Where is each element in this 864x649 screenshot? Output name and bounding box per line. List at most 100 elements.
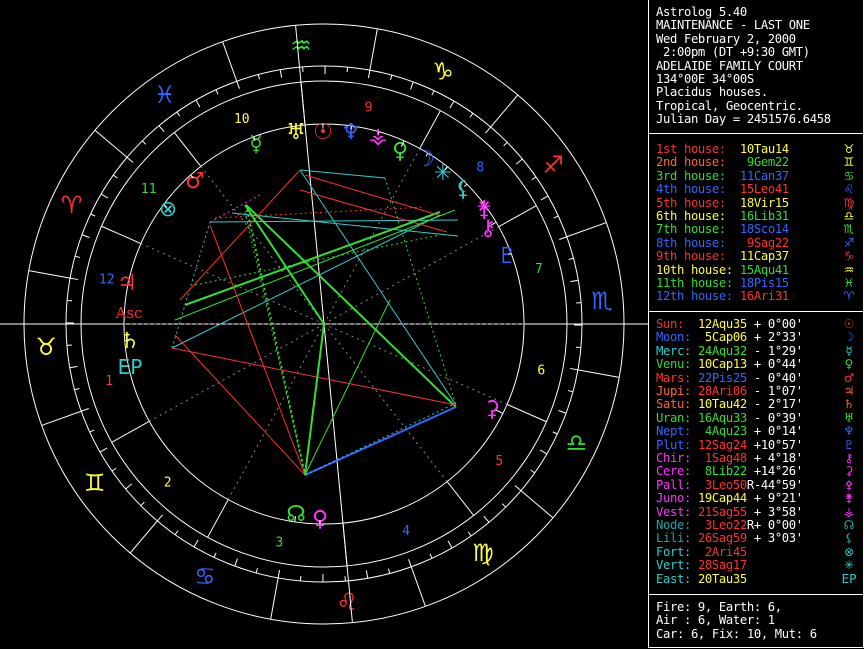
house-name: 1st house: (656, 142, 726, 156)
house-cusp-line (207, 499, 229, 538)
degree-tick (449, 100, 455, 109)
planet-icon: ☿ (845, 343, 853, 358)
planet-row: Juno: 19Cap44 + 9°21' (656, 491, 803, 505)
planet-icon: ⚴ (844, 477, 854, 492)
latitude: - 1°29' (753, 343, 803, 358)
chart-wheel: ♉♈♓♒♑♐♏♎♍♌♋♊123456789101112☿ ♅ ☉ ♆ ⚶♀ ☽✳⚸⚵⚷♇⚳… (0, 23, 648, 625)
sign-divider (410, 566, 426, 607)
degree-tick (515, 158, 523, 165)
planet-name: East: (656, 571, 698, 586)
planet-name: Lili: (656, 531, 698, 546)
planet-row: Vert: 28Sag17 (656, 558, 747, 572)
planet-pointer (377, 131, 380, 134)
latitude: + 4°18' (753, 451, 803, 465)
planet-name: Cere: (656, 464, 698, 479)
house-cusp: 18Vir15 (739, 195, 789, 210)
house-number: 7 (535, 262, 543, 277)
zodiac-sign-icon: ♊ (84, 469, 106, 497)
house-number: 11 (141, 182, 157, 197)
aspect-line (245, 204, 457, 408)
house-name: 10th house: (656, 262, 733, 277)
degree-tick (69, 365, 78, 369)
sign-divider (369, 28, 378, 71)
degree-tick (447, 540, 453, 549)
planet-name: Chir: (656, 451, 698, 465)
house-row: 9th house: 11Cap37 (656, 249, 789, 263)
zodiac-sign-icon: ♒ (290, 32, 312, 60)
planet-position: 16Aqu33 (697, 410, 747, 425)
planet-icon: ♂ (185, 169, 205, 194)
zodiac-sign-icon: ♍ (843, 195, 855, 210)
planet-icon: ♇ (497, 244, 517, 269)
planet-row: Chir: 1Sag48 + 4°18' (656, 451, 803, 465)
house-name: 12th house: (656, 289, 733, 304)
planet-position: 12Aqu35 (697, 317, 747, 331)
element-count: Car: 6, Fix: 10, Mut: 6 (656, 626, 817, 641)
planet-icon: ♅ (843, 410, 855, 425)
degree-tick (234, 558, 238, 567)
planet-icon: ⚷ (480, 216, 496, 241)
element-count: Fire: 9, Earth: 6, (656, 600, 782, 614)
aspect-line (171, 214, 441, 349)
aspect-line (304, 174, 439, 216)
planet-name: Plut: (656, 437, 698, 452)
degree-tick (99, 447, 108, 453)
planet-icon: ♃ (117, 271, 137, 296)
planet-row: Nept: 4Aqu23 + 0°14' (656, 424, 803, 439)
degree-tick (125, 483, 133, 490)
degree-tick (100, 193, 109, 199)
header-text: Wed February 2, 2000 (656, 31, 796, 46)
info-panel: Astrolog 5.40 MAINTENANCE - LAST ONE Wed F… (648, 0, 864, 648)
aspect-line (304, 299, 391, 476)
latitude: + 3°58' (753, 504, 803, 519)
zodiac-sign-icon: ♎ (843, 209, 855, 223)
house-name: 4th house: (656, 182, 726, 197)
house-name: 5th house: (656, 195, 726, 210)
header-text: Tropical, Geocentric. (656, 98, 803, 113)
retrograde-flag (747, 384, 754, 398)
degree-tick (530, 469, 536, 474)
retrograde-flag (747, 411, 754, 425)
degree-tick (483, 515, 490, 523)
degree-tick (90, 213, 96, 217)
degree-tick (140, 501, 145, 507)
zodiac-sign-icon: ♋ (194, 562, 216, 590)
house-cusp: 9Gem22 (739, 155, 789, 170)
planet-row: Vest: 21Sag55 + 3°58' (656, 504, 803, 519)
planet-row: Moon: 5Cap06 + 2°33' (656, 331, 803, 344)
degree-tick (89, 429, 95, 433)
header-text: Julian Day = 2451576.6458 (656, 112, 831, 127)
zodiac-sign-icon: ♉ (843, 142, 855, 156)
zodiac-sign-icon: ♍ (472, 539, 494, 567)
house-row: 11th house: 18Pis15 (656, 276, 789, 290)
house-name: 3rd house: (656, 168, 726, 183)
planet-icon: ✳ (434, 161, 452, 186)
planet-icon: ☿ (249, 132, 263, 157)
planet-icon: ⚷ (844, 451, 854, 465)
planet-name: Sun: (656, 317, 698, 331)
header-text: ADELAIDE FAMILY COURT (656, 58, 803, 73)
planet-name: Node: (656, 518, 698, 532)
element-count: Air : 6, Water: 1 (656, 613, 775, 628)
planet-icon: ⚳ (844, 464, 854, 479)
sign-divider (577, 369, 620, 378)
degree-tick (195, 99, 201, 108)
degree-tick (501, 503, 507, 508)
latitude: + 3°03' (753, 531, 803, 546)
zodiac-sign-icon: ♓ (843, 276, 855, 290)
planet-position: 4Aqu23 (697, 424, 747, 439)
planet-row: Uran: 16Aqu33 - 0°39' (656, 410, 803, 425)
latitude: - 2°17' (753, 397, 803, 412)
zodiac-sign-icon: ♏ (591, 287, 613, 315)
house-number: 1 (105, 374, 113, 389)
planet-icon: ☊ (843, 518, 855, 532)
planet-row: Satu: 10Tau42 - 2°17' (656, 398, 803, 411)
latitude: - 0°40' (753, 370, 803, 385)
latitude: +14°26' (753, 464, 803, 479)
aspect-line (304, 323, 325, 476)
aspect-line (299, 169, 457, 406)
planet-position: 26Sag59 (697, 531, 747, 546)
zodiac-sign-icon: ♒ (843, 262, 855, 277)
retrograde-flag (747, 464, 754, 478)
